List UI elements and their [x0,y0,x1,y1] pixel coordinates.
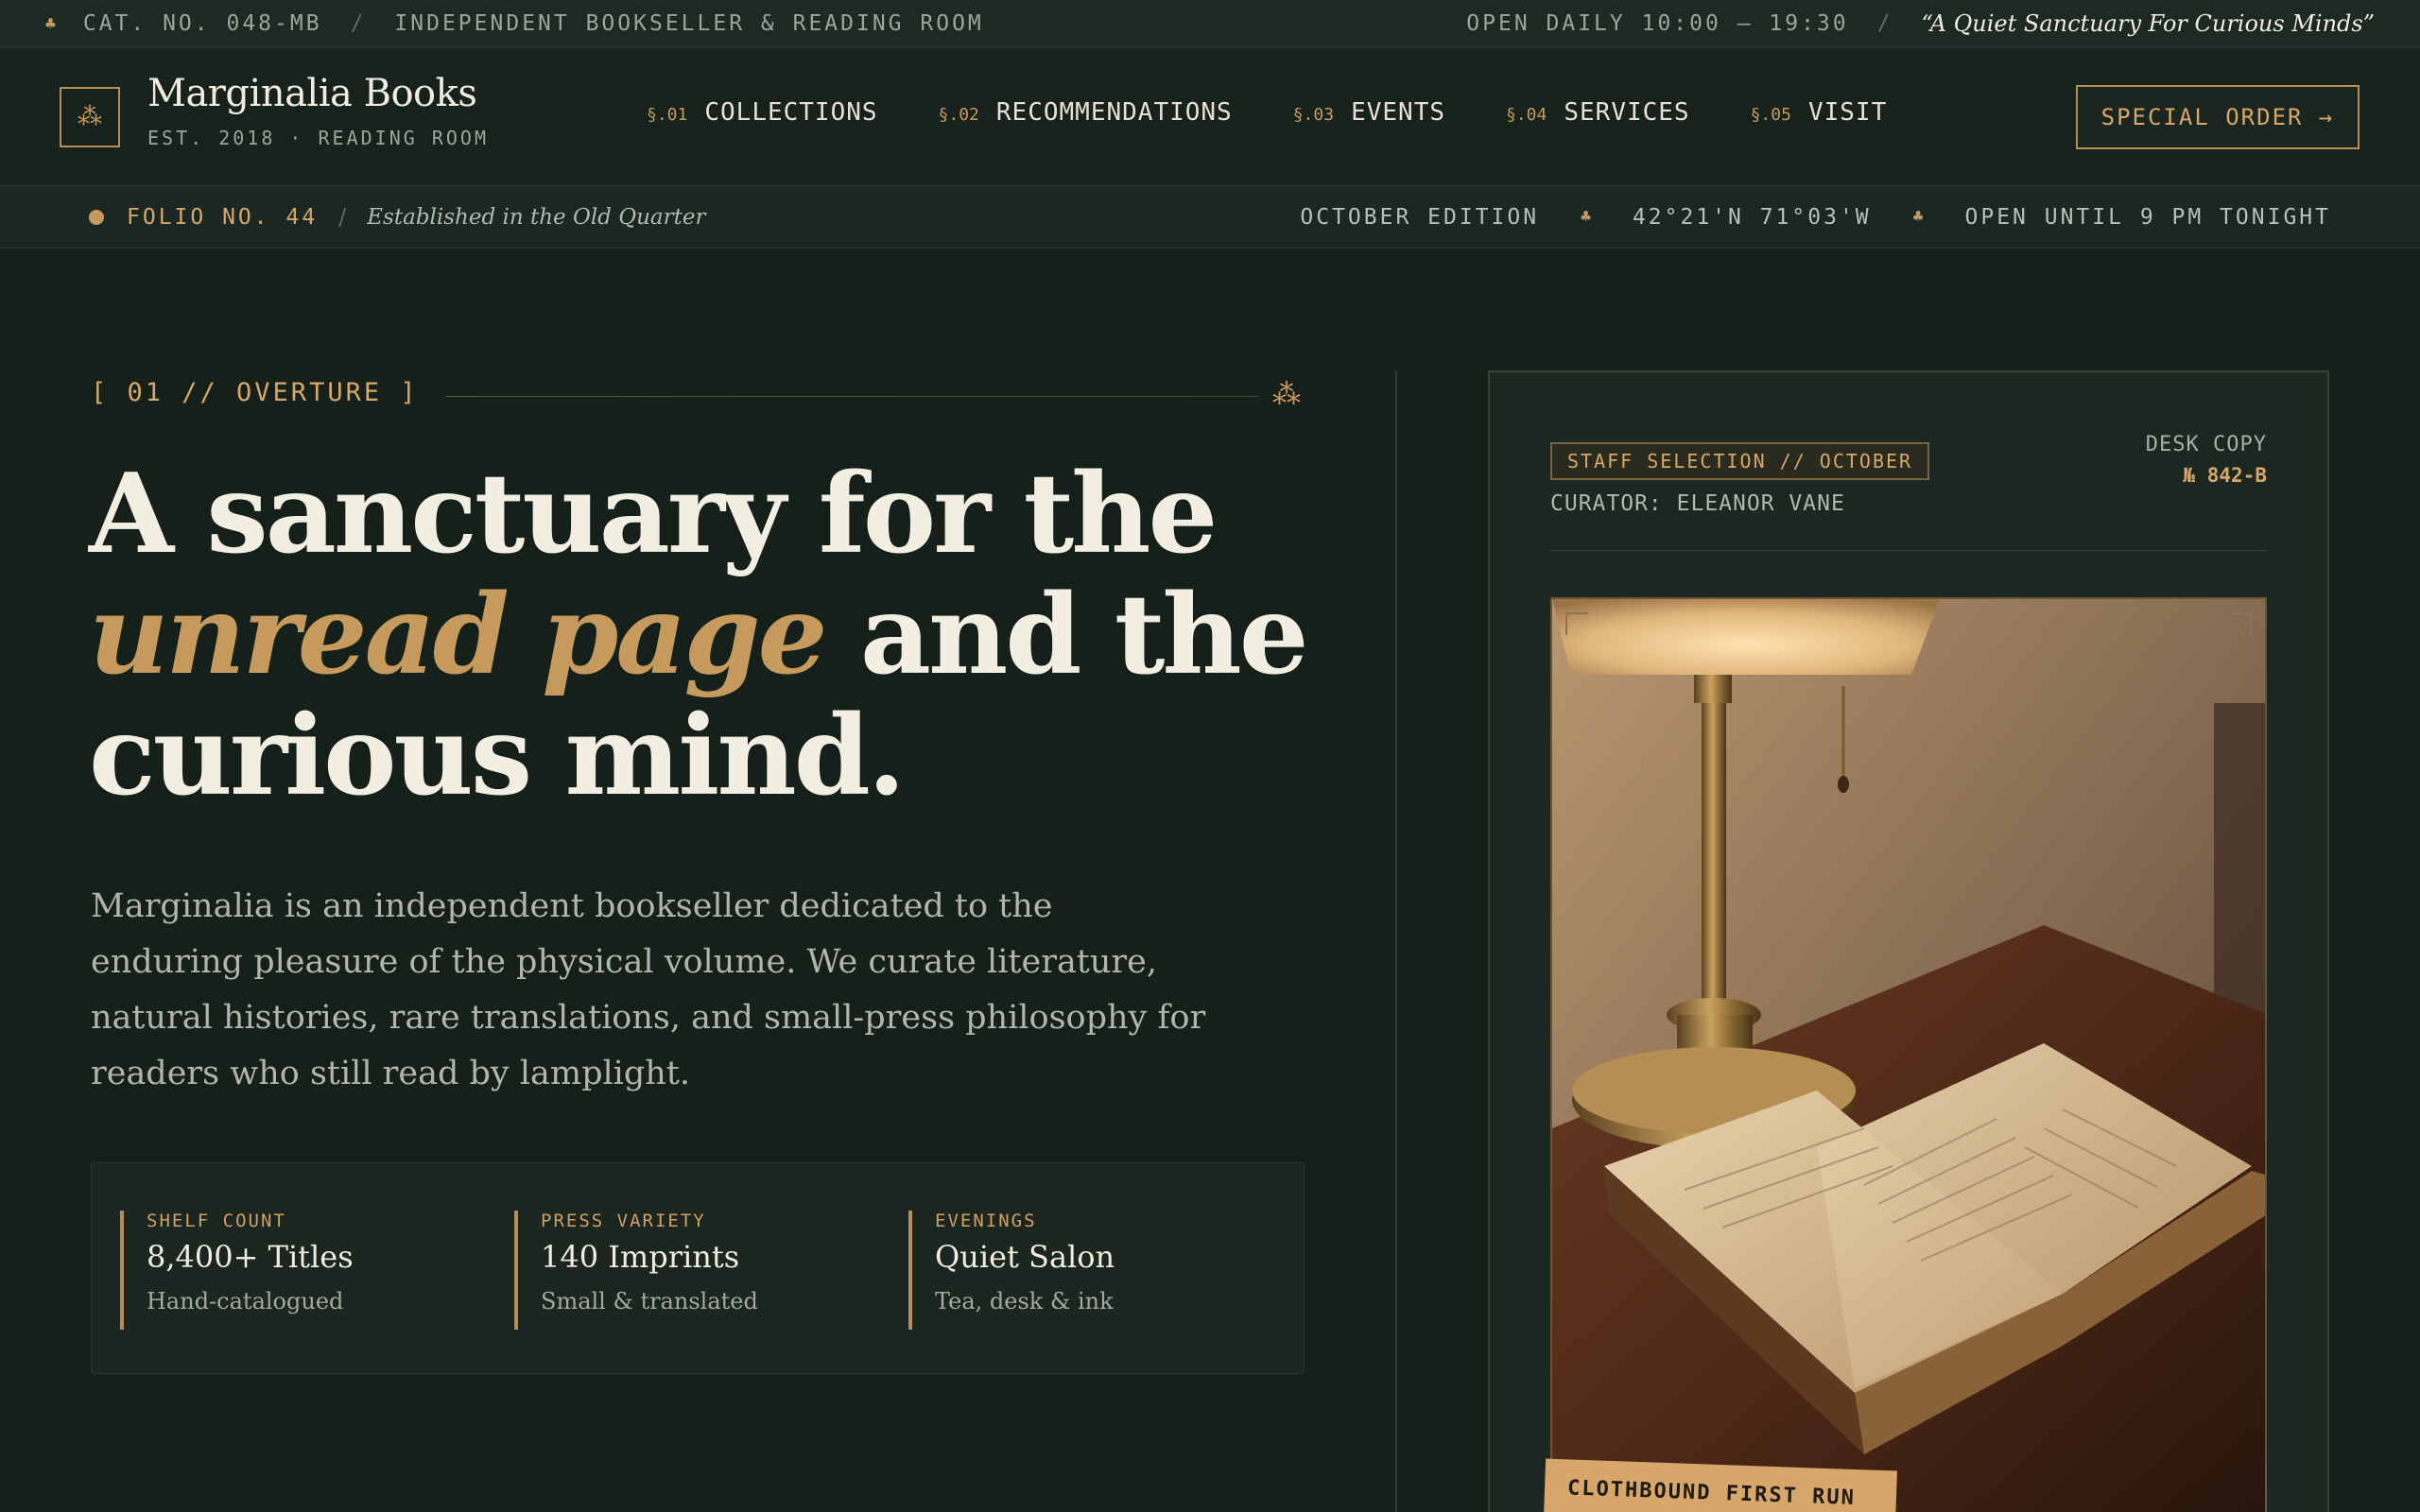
stat-evenings: EVENINGS Quiet Salon Tea, desk & ink [908,1211,1115,1330]
status-dot-icon [89,209,104,225]
headline-emphasis: page [542,571,827,699]
headline-emphasis: unread [89,571,510,699]
tagline: “A Quiet Sanctuary For Curious Minds” [1921,10,2375,37]
nav-label: EVENTS [1351,98,1445,127]
folio-number: FOLIO NO. 44 [127,204,319,230]
nav-label: SERVICES [1564,98,1690,127]
stat-sub: Tea, desk & ink [935,1288,1114,1314]
store-descriptor: INDEPENDENT BOOKSELLER & READING ROOM [394,11,984,36]
coordinates: 42°21'N 71°03'W [1632,204,1872,230]
hero-lede: Marginalia is an independent bookseller … [91,887,1206,1092]
stat-value: Quiet Salon [935,1239,1115,1275]
stat-press-variety: PRESS VARIETY 140 Imprints Small & trans… [514,1211,758,1330]
stat-value: 140 Imprints [541,1239,740,1275]
catalog-number: CAT. NO. 048-MB [82,11,322,36]
stat-shelf-count: SHELF COUNT 8,400+ Titles Hand-catalogue… [120,1211,354,1330]
nav-visit[interactable]: §.05 VISIT [1751,98,1888,127]
nav-label: COLLECTIONS [704,98,878,127]
curator-label: CURATOR: ELEANOR VANE [1550,491,1845,516]
featured-book-photo[interactable] [1550,597,2267,1512]
stat-key: EVENINGS [935,1211,1037,1231]
nav-number: §.03 [1292,105,1335,125]
nav-services[interactable]: §.04 SERVICES [1506,98,1690,127]
special-order-button[interactable]: SPECIAL ORDER → [2076,85,2360,149]
brand-logo[interactable]: ⁂ [60,87,120,147]
desk-copy: DESK COPY № 842-B [2146,433,2267,487]
nav-number: §.04 [1506,105,1547,125]
stat-key: SHELF COUNT [147,1211,286,1231]
selection-badge: STAFF SELECTION // OCTOBER [1550,442,1930,480]
nav-recommendations[interactable]: §.02 RECOMMENDATIONS [939,98,1233,127]
corner-mark [1565,612,1588,635]
column-divider [1395,370,1397,1512]
divider: / [1876,11,1893,36]
trefoil-icon: ⁂ [78,103,102,131]
desk-copy-label: DESK COPY [2145,433,2267,456]
nav-number: §.05 [1750,105,1791,125]
nav-number: §.01 [647,105,688,125]
asterism-icon: ⁂ [1272,378,1301,411]
info-strip: FOLIO NO. 44 / Established in the Old Qu… [0,186,2420,249]
headline-text: A sanctuary for the [89,450,1218,578]
stat-sub: Small & translated [541,1288,758,1314]
nav-events[interactable]: §.03 EVENTS [1293,98,1445,127]
brand-subtitle: EST. 2018 · READING ROOM [147,127,489,149]
section-label: [ 01 // OVERTURE ] [91,378,419,407]
trefoil-icon: ♣ [45,13,59,34]
ornament-icon: ♣ [1581,207,1591,227]
divider: / [338,203,347,231]
stat-sub: Hand-catalogued [147,1288,344,1314]
desk-copy-code: № 842-B [2183,464,2267,487]
primary-nav: §.01 COLLECTIONS §.02 RECOMMENDATIONS §.… [647,98,1947,127]
nav-label: VISIT [1807,98,1888,127]
card-divider [1550,550,2267,551]
nav-label: RECOMMENDATIONS [995,98,1233,127]
lamp-and-book-illustration [1552,599,2265,1512]
divider: / [350,11,367,36]
open-until: OPEN UNTIL 9 PM TONIGHT [1964,204,2331,230]
stat-value: 8,400+ Titles [147,1239,354,1275]
site-header: ⁂ Marginalia Books EST. 2018 · READING R… [0,49,2420,186]
ornament-icon: ♣ [1912,207,1924,227]
edition-label: OCTOBER EDITION [1300,204,1540,230]
stat-key: PRESS VARIETY [541,1211,706,1231]
hero-headline: A sanctuary for the unread page and the … [89,454,1346,816]
nav-collections[interactable]: §.01 COLLECTIONS [647,98,878,127]
corner-mark [2229,612,2252,635]
nav-number: §.02 [938,105,979,125]
section-rule [446,396,1259,397]
utility-bar: ♣ CAT. NO. 048-MB / INDEPENDENT BOOKSELL… [0,0,2420,48]
staff-selection-card[interactable]: STAFF SELECTION // OCTOBER CURATOR: ELEA… [1488,370,2329,1512]
established-note: Established in the Old Quarter [367,204,706,230]
opening-hours: OPEN DAILY 10:00 – 19:30 [1466,11,1849,36]
stats-panel: SHELF COUNT 8,400+ Titles Hand-catalogue… [91,1162,1305,1374]
brand-name[interactable]: Marginalia Books [147,72,477,115]
